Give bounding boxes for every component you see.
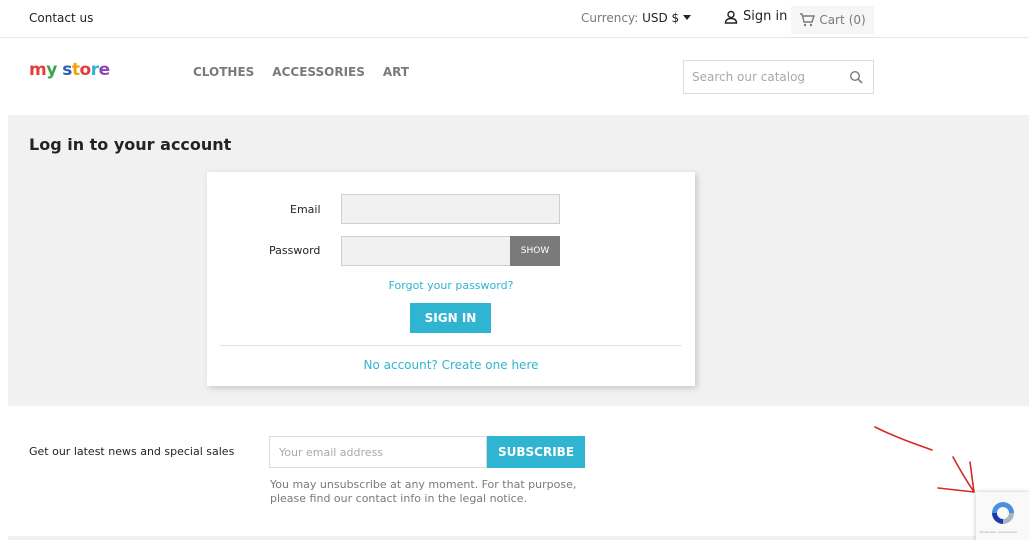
currency-prefix: Currency: — [581, 11, 643, 25]
currency-selector[interactable]: Currency: USD $ — [581, 11, 692, 25]
password-field[interactable] — [341, 236, 511, 266]
newsletter-label: Get our latest news and special sales — [29, 445, 235, 458]
caret-down-icon — [683, 15, 692, 20]
search-input[interactable] — [684, 61, 834, 93]
main-menu: CLOTHES ACCESSORIES ART — [193, 65, 409, 79]
menu-item-accessories[interactable]: ACCESSORIES — [272, 65, 365, 79]
recaptcha-icon — [992, 502, 1014, 524]
create-account-link[interactable]: No account? Create one here — [207, 358, 695, 372]
sign-in-link[interactable]: Sign in — [724, 9, 787, 24]
menu-item-clothes[interactable]: CLOTHES — [193, 65, 254, 79]
newsletter-email-input[interactable] — [270, 437, 480, 467]
search-box — [683, 60, 874, 94]
cart-count: (0) — [848, 13, 866, 27]
forgot-password-link[interactable]: Forgot your password? — [207, 279, 695, 292]
currency-value: USD $ — [642, 11, 680, 25]
top-nav-bar: Contact us Currency: USD $ Sign in Cart … — [0, 0, 1029, 38]
menu-item-art[interactable]: ART — [383, 65, 409, 79]
email-field[interactable] — [341, 194, 560, 224]
search-icon[interactable] — [849, 70, 863, 84]
cart-button[interactable]: Cart (0) — [791, 6, 874, 34]
cart-label: Cart — [819, 13, 845, 27]
footer-divider — [8, 536, 1029, 540]
sign-in-label: Sign in — [743, 9, 788, 24]
store-logo[interactable]: my store — [29, 60, 110, 80]
user-icon — [724, 10, 738, 24]
login-form: Email Password SHOW Forgot your password… — [207, 172, 695, 386]
divider — [220, 345, 682, 346]
red-arrow-annotation — [874, 426, 975, 493]
show-password-button[interactable]: SHOW — [510, 236, 560, 266]
page-title: Log in to your account — [29, 135, 232, 154]
email-label: Email — [290, 203, 321, 216]
password-label: Password — [269, 244, 321, 257]
newsletter-input-wrap — [269, 436, 487, 468]
page: Contact us Currency: USD $ Sign in Cart … — [0, 0, 1029, 540]
contact-us-link[interactable]: Contact us — [29, 11, 93, 25]
cart-icon — [800, 13, 816, 27]
login-section: Log in to your account Email Password SH… — [8, 115, 1029, 406]
newsletter-disclaimer: You may unsubscribe at any moment. For t… — [270, 478, 577, 505]
recaptcha-badge[interactable]: Privacidad - Condiciones — [976, 492, 1029, 540]
sign-in-button[interactable]: SIGN IN — [410, 303, 491, 333]
recaptcha-text[interactable]: Privacidad - Condiciones — [980, 530, 1017, 534]
subscribe-button[interactable]: SUBSCRIBE — [487, 436, 585, 468]
site-header: my store CLOTHES ACCESSORIES ART — [0, 38, 1029, 115]
